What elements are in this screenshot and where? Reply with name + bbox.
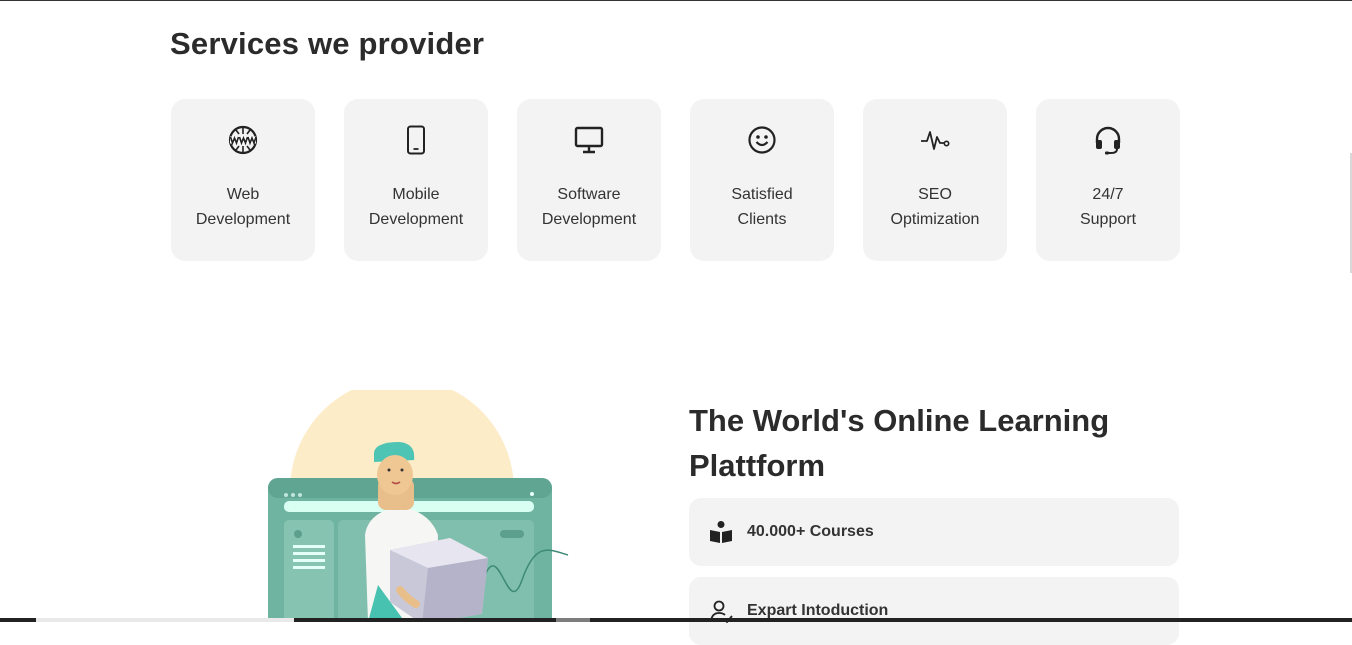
service-card-seo-optimization[interactable]: SEO Optimization: [863, 99, 1007, 261]
service-card-satisfied-clients[interactable]: Satisfied Clients: [690, 99, 834, 261]
www-globe-icon: [227, 124, 259, 156]
taskbar-strip: [0, 618, 1352, 622]
service-label: 24/7 Support: [1048, 182, 1168, 232]
service-label-line1: Web: [226, 186, 260, 203]
service-label-line1: Satisfied: [731, 186, 793, 203]
service-card-software-development[interactable]: Software Development: [517, 99, 661, 261]
service-label-line2: Clients: [737, 211, 787, 228]
service-label-line1: Mobile: [392, 186, 440, 203]
top-border: [0, 0, 1352, 1]
service-label: Mobile Development: [356, 182, 476, 232]
feature-expert-introduction[interactable]: Expart Intoduction: [689, 577, 1179, 645]
service-label-line1: Software: [557, 186, 621, 203]
service-label: Satisfied Clients: [702, 182, 822, 232]
taskbar-segment: [36, 618, 294, 622]
smiley-face-icon: [746, 124, 778, 156]
pulse-icon: [919, 124, 951, 156]
service-card-support[interactable]: 24/7 Support: [1036, 99, 1180, 261]
service-card-mobile-development[interactable]: Mobile Development: [344, 99, 488, 261]
service-card-web-development[interactable]: Web Development: [171, 99, 315, 261]
learning-illustration: [250, 378, 610, 638]
service-label: Web Development: [183, 182, 303, 232]
service-label: Software Development: [529, 182, 649, 232]
service-label-line2: Development: [195, 211, 291, 228]
taskbar-segment: [556, 618, 590, 622]
smartphone-icon: [400, 124, 432, 156]
heading-line1: The World's Online Learning: [689, 403, 1110, 438]
service-label-line1: SEO: [918, 186, 952, 203]
service-label-line1: 24/7: [1092, 186, 1124, 203]
learning-platform-heading: The World's Online Learning Plattform: [689, 398, 1169, 488]
feature-courses[interactable]: 40.000+ Courses: [689, 498, 1179, 566]
services-heading: Services we provider: [170, 26, 485, 61]
book-reader-icon: [709, 520, 733, 544]
monitor-icon: [573, 124, 605, 156]
service-label: SEO Optimization: [875, 182, 995, 232]
service-label-line2: Development: [541, 211, 637, 228]
service-label-line2: Optimization: [890, 211, 980, 228]
service-label-line2: Development: [368, 211, 464, 228]
headset-icon: [1092, 124, 1124, 156]
services-list: Web Development Mobile Development Softw…: [171, 99, 1180, 261]
service-label-line2: Support: [1079, 211, 1137, 228]
feature-text: 40.000+ Courses: [747, 523, 874, 540]
heading-line2: Plattform: [689, 448, 826, 483]
